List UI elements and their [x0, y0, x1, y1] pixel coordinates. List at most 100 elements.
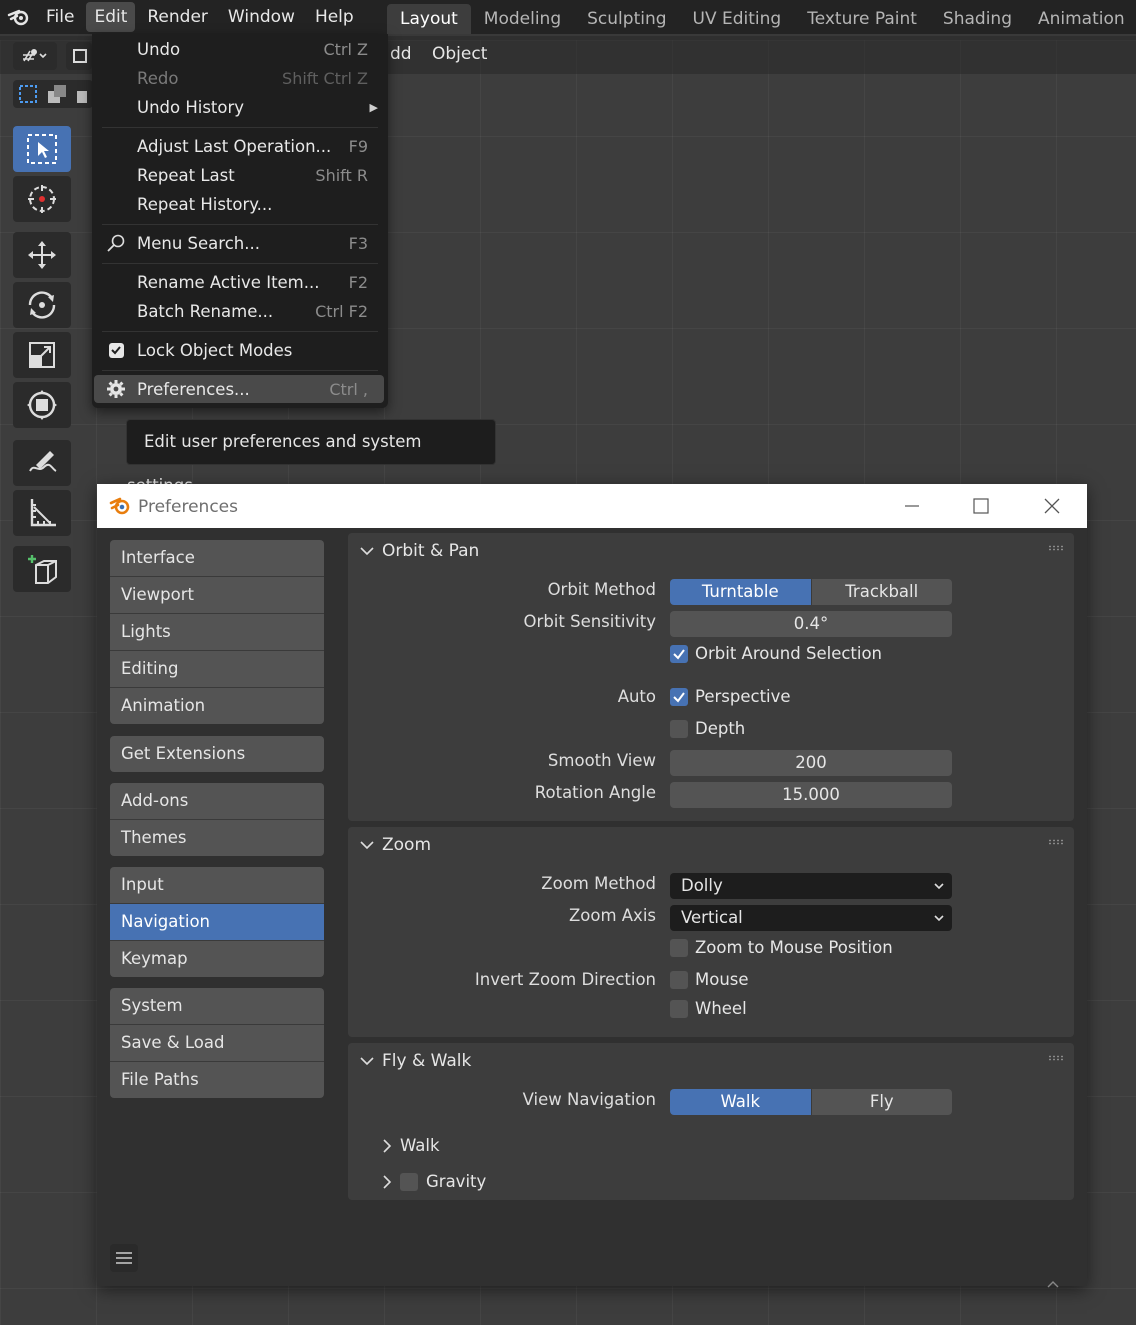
nav-editing[interactable]: Editing — [110, 651, 324, 688]
drag-grip-icon[interactable] — [1048, 839, 1064, 845]
transform-icon — [27, 390, 57, 420]
menu-rename-active[interactable]: Rename Active Item... F2 — [92, 268, 388, 296]
checkbox-unchecked-icon[interactable] — [670, 999, 688, 1018]
tab-texture-paint[interactable]: Texture Paint — [794, 4, 930, 34]
walk-subpanel-label: Walk — [400, 1136, 440, 1155]
select-mode-buttons[interactable] — [13, 80, 93, 108]
select-box-tool[interactable] — [13, 126, 71, 172]
menu-lock-object-modes[interactable]: Lock Object Modes — [92, 336, 388, 364]
menu-adjust-last[interactable]: Adjust Last Operation... F9 — [92, 132, 388, 160]
menu-undo-history-label: Undo History — [137, 97, 245, 117]
menu-undo[interactable]: Undo Ctrl Z — [92, 35, 388, 63]
nav-viewport[interactable]: Viewport — [110, 577, 324, 614]
checkbox-checked-icon — [106, 341, 126, 359]
nav-interface[interactable]: Interface — [110, 540, 324, 577]
object-mode-button[interactable] — [66, 42, 92, 70]
preferences-titlebar[interactable]: Preferences — [97, 484, 1087, 528]
rotate-tool[interactable] — [13, 282, 71, 328]
maximize-button[interactable] — [965, 490, 997, 522]
measure-tool[interactable] — [13, 490, 71, 536]
minimize-button[interactable] — [896, 490, 928, 522]
rotation-angle-field[interactable]: 15.000 — [670, 782, 952, 808]
close-button[interactable] — [1036, 490, 1068, 522]
checkbox-unchecked-icon[interactable] — [670, 719, 688, 738]
orbit-around-selection-row[interactable]: Orbit Around Selection — [670, 644, 882, 663]
tab-uv-editing[interactable]: UV Editing — [680, 4, 795, 34]
zoom-axis-select[interactable]: Vertical — [670, 905, 952, 931]
nav-navigation[interactable]: Navigation — [110, 904, 324, 941]
auto-depth-row[interactable]: Depth — [670, 719, 745, 738]
view-nav-fly-option[interactable]: Fly — [810, 1089, 952, 1115]
menu-separator — [102, 224, 378, 225]
nav-save-load[interactable]: Save & Load — [110, 1025, 324, 1062]
orbit-trackball-option[interactable]: Trackball — [810, 579, 952, 605]
invert-mouse-row[interactable]: Mouse — [670, 970, 749, 989]
zoom-axis-label: Zoom Axis — [568, 906, 656, 925]
menu-window[interactable]: Window — [220, 2, 303, 32]
orbit-around-selection-label: Orbit Around Selection — [695, 644, 883, 663]
menu-add[interactable]: dd — [390, 44, 412, 64]
rotate-icon — [28, 291, 56, 319]
smooth-view-field[interactable]: 200 — [670, 750, 952, 776]
nav-keymap[interactable]: Keymap — [110, 941, 324, 977]
nav-get-extensions[interactable]: Get Extensions — [110, 736, 324, 772]
orbit-pan-header[interactable]: Orbit & Pan — [360, 541, 479, 561]
nav-file-paths[interactable]: File Paths — [110, 1062, 324, 1098]
menu-search[interactable]: Menu Search... F3 — [92, 229, 388, 257]
transform-tool[interactable] — [13, 382, 71, 428]
tab-animation[interactable]: Animation — [1025, 4, 1136, 34]
auto-perspective-row[interactable]: Perspective — [670, 687, 791, 706]
view-nav-walk-option[interactable]: Walk — [670, 1089, 811, 1115]
zoom-to-mouse-row[interactable]: Zoom to Mouse Position — [670, 938, 893, 957]
top-menubar: File Edit Render Window Help Layout Mode… — [0, 0, 1136, 34]
fly-walk-header[interactable]: Fly & Walk — [360, 1051, 471, 1071]
menu-render[interactable]: Render — [139, 2, 216, 32]
drag-grip-icon[interactable] — [1048, 545, 1064, 551]
menu-object[interactable]: Object — [432, 44, 487, 64]
add-cube-tool[interactable] — [13, 546, 71, 592]
checkbox-unchecked-icon[interactable] — [670, 970, 688, 989]
menu-help[interactable]: Help — [307, 2, 362, 32]
nav-system[interactable]: System — [110, 988, 324, 1025]
move-tool[interactable] — [13, 232, 71, 278]
nav-themes[interactable]: Themes — [110, 820, 324, 856]
cursor-tool[interactable] — [13, 176, 71, 222]
menu-preferences[interactable]: Preferences... Ctrl , — [94, 375, 384, 403]
checkbox-checked-icon[interactable] — [670, 644, 688, 663]
menu-file[interactable]: File — [38, 2, 82, 32]
menu-undo-history[interactable]: Undo History ▶ — [92, 93, 388, 121]
checkbox-unchecked-icon[interactable] — [670, 938, 688, 957]
orbit-turntable-option[interactable]: Turntable — [670, 579, 811, 605]
orbit-sensitivity-field[interactable]: 0.4° — [670, 611, 952, 637]
annotate-tool[interactable] — [13, 440, 71, 486]
walk-subpanel-header[interactable]: Walk — [382, 1136, 440, 1155]
tab-shading[interactable]: Shading — [930, 4, 1025, 34]
gear-icon — [106, 380, 126, 398]
scroll-up-icon[interactable] — [1045, 1274, 1061, 1293]
tab-modeling[interactable]: Modeling — [471, 4, 574, 34]
menu-edit[interactable]: Edit — [86, 2, 136, 32]
nav-animation[interactable]: Animation — [110, 688, 324, 724]
drag-grip-icon[interactable] — [1048, 1055, 1064, 1061]
menu-repeat-history[interactable]: Repeat History... — [92, 190, 388, 218]
zoom-header[interactable]: Zoom — [360, 835, 431, 855]
checkbox-unchecked-icon[interactable] — [400, 1172, 418, 1191]
gravity-subpanel-header[interactable]: Gravity — [382, 1172, 486, 1191]
nav-input[interactable]: Input — [110, 867, 324, 904]
invert-wheel-row[interactable]: Wheel — [670, 999, 747, 1018]
menu-batch-rename[interactable]: Batch Rename... Ctrl F2 — [92, 297, 388, 325]
nav-lights[interactable]: Lights — [110, 614, 324, 651]
preferences-menu-button[interactable] — [110, 1244, 138, 1272]
menu-repeat-last[interactable]: Repeat Last Shift R — [92, 161, 388, 189]
tab-sculpting[interactable]: Sculpting — [574, 4, 679, 34]
tab-layout[interactable]: Layout — [387, 4, 471, 34]
editor-type-button[interactable] — [13, 42, 57, 70]
blender-logo-icon[interactable] — [0, 0, 38, 34]
zoom-method-select[interactable]: Dolly — [670, 873, 952, 899]
scale-tool[interactable] — [13, 332, 71, 378]
menu-redo[interactable]: Redo Shift Ctrl Z — [92, 64, 388, 92]
zoom-title: Zoom — [382, 835, 432, 855]
checkbox-checked-icon[interactable] — [670, 687, 688, 706]
add-cube-icon — [28, 555, 57, 584]
nav-add-ons[interactable]: Add-ons — [110, 783, 324, 820]
